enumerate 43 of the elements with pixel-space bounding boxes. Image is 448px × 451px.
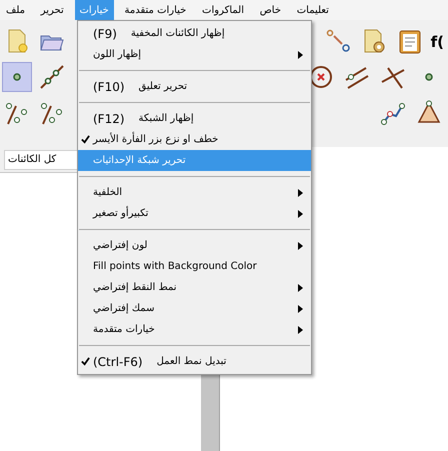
menu-item[interactable]: الماكروات xyxy=(197,0,249,20)
menu-option[interactable]: سمك إفتراضي xyxy=(78,298,311,319)
option-label: سمك إفتراضي xyxy=(93,302,154,316)
option-label: تحرير تعليق xyxy=(138,80,188,94)
option-label: خيارات متقدمة xyxy=(93,323,155,337)
segment-point-icon xyxy=(39,100,65,126)
option-label: خطف او نزع بزر الفأرة الأيسر xyxy=(93,132,218,147)
menu-item[interactable]: خاص xyxy=(254,0,286,20)
option-label: إظهار اللون xyxy=(93,48,142,62)
menu-item[interactable]: ملف xyxy=(1,0,30,20)
points-arrow-icon xyxy=(324,28,351,54)
menu-option[interactable]: تكبيرأو تصغير xyxy=(78,203,311,224)
option-label: الخلفية xyxy=(93,186,122,200)
filter-field[interactable]: كل الكائنات xyxy=(4,150,78,170)
function-label[interactable]: f( xyxy=(430,34,444,50)
option-label: نمط النقط إفتراضي xyxy=(93,281,177,295)
option-label: إظهار الشبكة xyxy=(138,112,194,126)
menu-option[interactable]: لون إفتراضي xyxy=(78,235,311,256)
shortcut-label: (F10) xyxy=(93,78,125,96)
menu-option[interactable]: إظهار اللون xyxy=(78,44,311,65)
option-label: تحرير شبكة الإحداثيات xyxy=(93,154,186,168)
menu-option[interactable]: خيارات متقدمة xyxy=(78,319,311,340)
option-label: Fill points with Background Color xyxy=(93,260,257,274)
shortcut-label: (F12) xyxy=(93,110,125,128)
polyline-icon xyxy=(380,100,406,126)
menu-item[interactable]: تحرير xyxy=(36,0,69,20)
menu-option[interactable]: الخلفية xyxy=(78,182,311,203)
option-label: تبديل نمط العمل xyxy=(156,355,226,369)
option-label: تكبيرأو تصغير xyxy=(93,206,148,221)
menu-option[interactable]: Fill points with Background Color xyxy=(78,256,311,277)
triangle-icon xyxy=(416,100,442,126)
tool-button[interactable] xyxy=(2,62,32,92)
option-label: لون إفتراضي xyxy=(93,239,148,253)
line-icon xyxy=(39,64,65,90)
shortcut-label: (F9) xyxy=(93,26,117,42)
menu-option[interactable]: خطف او نزع بزر الفأرة الأيسر xyxy=(78,129,311,150)
option-label: إظهار الكائنات المخفية xyxy=(130,27,225,41)
menu-option[interactable]: نمط النقط إفتراضي xyxy=(78,277,311,298)
menu-item[interactable]: تعليمات xyxy=(292,0,334,20)
segment-point-icon xyxy=(4,100,30,126)
menu-item[interactable]: خيارات متقدمة xyxy=(119,0,192,20)
shortcut-label: (Ctrl-F6) xyxy=(93,354,143,370)
clipboard-icon xyxy=(396,28,423,54)
